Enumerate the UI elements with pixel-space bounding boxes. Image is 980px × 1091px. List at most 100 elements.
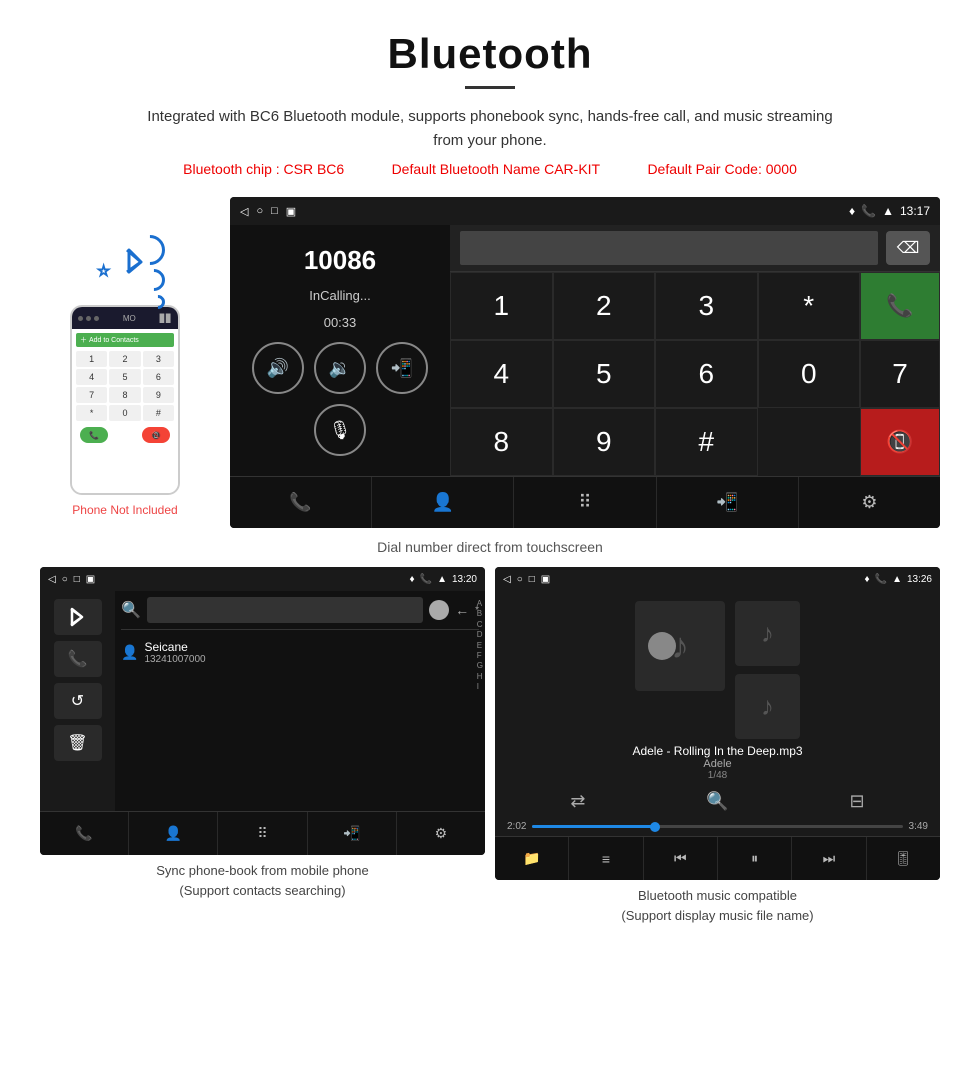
music-album-art-2: ♪	[735, 601, 800, 666]
home-icon: ○	[256, 205, 263, 217]
back-icon: ◁	[240, 205, 248, 218]
music-eq-btn[interactable]: 🎚	[867, 837, 940, 880]
spec-code: Default Pair Code: 0000	[647, 161, 796, 177]
pb-call-icon: 📞	[420, 574, 432, 585]
music-list-btn[interactable]: ≡	[569, 837, 643, 880]
music-panel: ◁ ○ □ ▣ ♦ 📞 ▲ 13:26 ♪	[495, 567, 940, 925]
music-status-bar: ◁ ○ □ ▣ ♦ 📞 ▲ 13:26	[495, 567, 940, 591]
pb-contact-name: Seicane	[144, 640, 205, 654]
dial-caption: Dial number direct from touchscreen	[0, 539, 980, 555]
music-progress-bar: 2:02 3:49	[495, 817, 940, 836]
pb-bottom-settings[interactable]: ⚙	[397, 812, 485, 855]
music-progress-thumb	[650, 822, 660, 832]
dial-left-panel: 10086 InCalling... 00:33 🔊 🔉 📲 🎙	[230, 225, 450, 476]
keypad-grid: 1 2 3 * 📞 4 5 6 0 7 8 9 # 📵	[450, 272, 940, 476]
backspace-button[interactable]: ⌫	[886, 231, 930, 265]
mock-key-0: 0	[109, 405, 140, 421]
pb-status-bar: ◁ ○ □ ▣ ♦ 📞 ▲ 13:20	[40, 567, 485, 591]
transfer-button[interactable]: 📲	[376, 342, 428, 394]
dial-input-row: ⌫	[450, 225, 940, 272]
music-loc-icon: ♦	[865, 574, 870, 585]
key-2[interactable]: 2	[553, 272, 656, 340]
pb-bottom-phone[interactable]: 📞	[40, 812, 129, 855]
pb-back-arrow[interactable]: ←	[455, 602, 469, 618]
status-nav-icons: ◁ ○ □ ▣	[240, 205, 296, 218]
volume-up-button[interactable]: 🔊	[252, 342, 304, 394]
phonebook-body: 📞 ↺ 🗑 🔍 ← * 👤 Seicane	[40, 591, 485, 811]
page-title: Bluetooth	[40, 30, 940, 78]
mock-call-green: 📞	[80, 427, 108, 443]
bottom-transfer-icon[interactable]: 📲	[657, 477, 799, 528]
mock-key-5: 5	[109, 369, 140, 385]
key-hash[interactable]: #	[655, 408, 758, 476]
key-4[interactable]: 4	[450, 340, 553, 408]
pb-call-btn[interactable]: 📞	[54, 641, 102, 677]
arc-small	[148, 292, 168, 312]
call-timer: 00:33	[324, 315, 357, 330]
pb-bottom-transfer[interactable]: 📲	[308, 812, 397, 855]
recents-icon: □	[271, 205, 278, 217]
music-prev-btn[interactable]: ⏮	[644, 837, 718, 880]
mock-key-1: 1	[76, 351, 107, 367]
dial-main-area: 10086 InCalling... 00:33 🔊 🔉 📲 🎙 ⌫ 1	[230, 225, 940, 476]
key-5[interactable]: 5	[553, 340, 656, 408]
equalizer-button[interactable]: ⊟	[850, 791, 865, 812]
main-section: ⭒ MO ▊▊ ＋Add to Contac	[0, 187, 980, 533]
key-0[interactable]: 0	[758, 340, 861, 408]
shuffle-button[interactable]: ⇄	[570, 791, 585, 812]
music-caption: Bluetooth music compatible (Support disp…	[621, 886, 813, 925]
music-home-icon: ○	[517, 574, 523, 585]
volume-down-button[interactable]: 🔉	[314, 342, 366, 394]
key-6[interactable]: 6	[655, 340, 758, 408]
pb-delete-btn[interactable]: 🗑	[54, 725, 102, 761]
key-7[interactable]: 7	[860, 340, 940, 408]
arc-medium	[138, 264, 169, 295]
spec-name: Default Bluetooth Name CAR-KIT	[392, 161, 601, 177]
music-next-btn[interactable]: ⏭	[792, 837, 866, 880]
mock-key-4: 4	[76, 369, 107, 385]
pb-refresh-btn[interactable]: ↺	[54, 683, 102, 719]
key-3[interactable]: 3	[655, 272, 758, 340]
pb-bluetooth-btn[interactable]	[54, 599, 102, 635]
phone-illustration: ⭒ MO ▊▊ ＋Add to Contac	[40, 197, 210, 517]
music-album-art-3: ♪	[735, 674, 800, 739]
music-play-pause-btn[interactable]: ⏸	[718, 837, 792, 880]
pb-back-icon: ◁	[48, 574, 56, 585]
music-folder-btn[interactable]: 📁	[495, 837, 569, 880]
pb-bottom-contact[interactable]: 👤	[129, 812, 218, 855]
call-red-button[interactable]: 📵	[860, 408, 940, 476]
status-indicators: ♦ 📞 ▲ 13:17	[849, 204, 930, 218]
bt-signal-illustration: ⭒	[85, 227, 165, 297]
music-screenshot-icon: ▣	[541, 574, 550, 585]
key-8[interactable]: 8	[450, 408, 553, 476]
call-icon: 📞	[861, 204, 876, 218]
key-1[interactable]: 1	[450, 272, 553, 340]
music-artwork-row: ♪ ♪ ♪	[495, 591, 940, 744]
dialed-number: 10086	[304, 245, 376, 276]
music-screen: ◁ ○ □ ▣ ♦ 📞 ▲ 13:26 ♪	[495, 567, 940, 880]
call-green-button[interactable]: 📞	[860, 272, 940, 340]
bottom-phone-icon[interactable]: 📞	[230, 477, 372, 528]
pb-bottom-dialpad[interactable]: ⠿	[218, 812, 307, 855]
pb-search-input[interactable]	[147, 597, 423, 623]
title-divider	[465, 86, 515, 89]
bottom-dialpad-icon[interactable]: ⠿	[514, 477, 656, 528]
dial-status-bar: ◁ ○ □ ▣ ♦ 📞 ▲ 13:17	[230, 197, 940, 225]
mock-call-red: 📵	[142, 427, 170, 443]
location-icon: ♦	[849, 204, 855, 218]
key-9[interactable]: 9	[553, 408, 656, 476]
pb-contact-row[interactable]: 👤 Seicane 13241007000	[121, 636, 479, 669]
bottom-contact-icon[interactable]: 👤	[372, 477, 514, 528]
bottom-settings-icon[interactable]: ⚙	[799, 477, 940, 528]
mock-key-hash: #	[143, 405, 174, 421]
key-star[interactable]: *	[758, 272, 861, 340]
search-button[interactable]: 🔍	[706, 791, 728, 812]
pb-alpha-list: A B C D E F G H I	[477, 599, 483, 693]
signal-arcs	[135, 235, 165, 309]
music-time-total: 3:49	[909, 821, 928, 832]
microphone-button[interactable]: 🎙	[314, 404, 366, 456]
music-wifi-icon: ▲	[892, 574, 902, 585]
bluetooth-specs: Bluetooth chip : CSR BC6 Default Bluetoo…	[40, 161, 940, 177]
phone-mock: MO ▊▊ ＋Add to Contacts 1 2 3 4 5 6 7 8 9	[70, 305, 180, 495]
music-progress-track[interactable]	[532, 825, 902, 828]
